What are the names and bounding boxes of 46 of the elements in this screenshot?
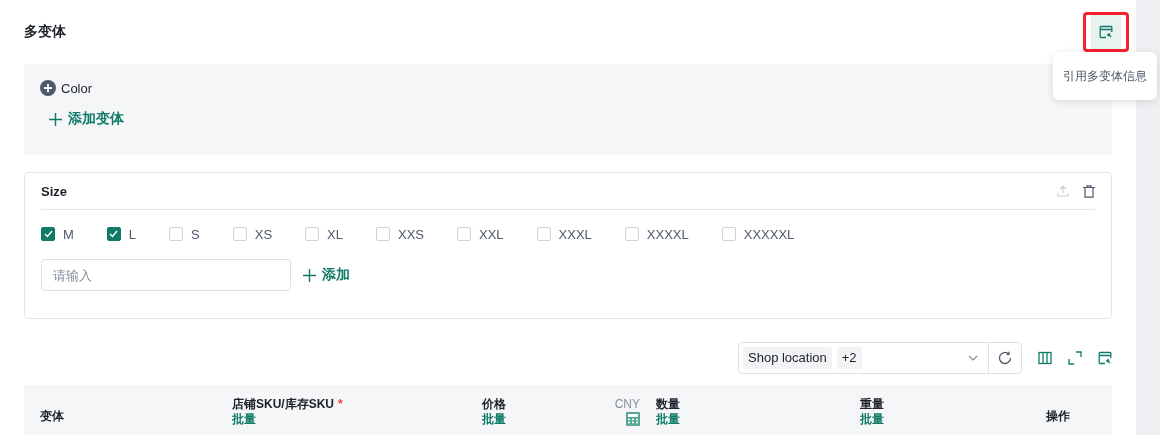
plus-icon [49,112,62,126]
plus-circle-icon[interactable] [40,80,56,96]
reference-icon[interactable] [1098,351,1112,365]
option-label: XS [254,226,273,242]
add-variant-button[interactable]: 添加变体 [49,110,124,128]
add-button[interactable]: 添加 [303,266,350,284]
option-label: S [191,226,200,242]
option-label: XL [327,226,343,242]
column-header: 重量 [860,397,884,412]
batch-link[interactable]: 批量 [232,412,256,427]
batch-link[interactable]: 批量 [482,412,506,427]
option-label: M [63,226,74,242]
location-select[interactable]: Shop location +2 [738,342,1022,374]
option-label: XXS [398,226,424,242]
option-label: XXXXXL [743,226,795,242]
refresh-icon[interactable] [998,351,1012,365]
column-header: 价格 [482,397,506,412]
fullscreen-icon[interactable] [1068,351,1082,365]
select-tag: Shop location [743,347,832,369]
option-label: XXL [479,226,504,242]
select-tag: +2 [836,347,862,369]
delete-icon[interactable] [1083,184,1095,198]
section-title: 多变体 [24,23,66,41]
column-header: 店铺SKU/库存SKU [232,397,334,411]
batch-link[interactable]: 批量 [860,412,884,427]
required-mark: * [338,397,343,411]
tooltip: 引用多变体信息 [1053,52,1157,100]
columns-icon[interactable] [1038,351,1052,365]
calculator-icon[interactable] [626,412,640,426]
checkbox[interactable] [41,227,55,241]
group-name: Color [61,80,93,96]
column-header: 数量 [656,397,680,412]
column-header: 变体 [40,408,64,424]
reference-icon [1099,25,1113,39]
input-field[interactable]: 请输入 [41,259,291,291]
batch-link[interactable]: 批量 [656,412,680,427]
reference-button[interactable] [1083,12,1129,52]
group-name: Size [41,183,68,199]
option-label: XXXXL [646,226,689,242]
option-label: XXXL [558,226,592,242]
currency-label: CNY [614,397,640,412]
option-label: L [128,226,137,242]
checkbox[interactable] [106,227,121,241]
plus-icon [303,268,316,282]
column-header: 操作 [1046,408,1070,424]
caret-icon [968,355,978,361]
